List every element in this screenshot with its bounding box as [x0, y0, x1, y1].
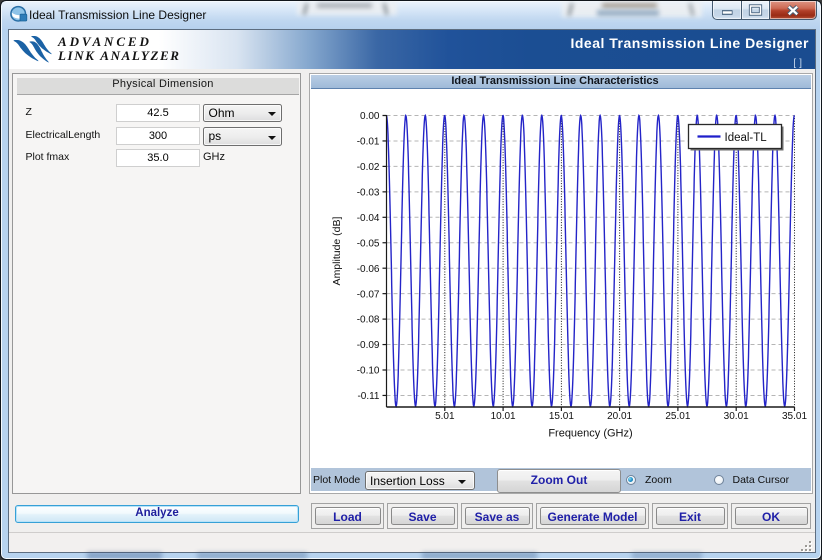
svg-text:15.01: 15.01 — [549, 411, 574, 422]
svg-text:30.01: 30.01 — [724, 411, 749, 422]
svg-text:0.00: 0.00 — [360, 111, 380, 122]
svg-text:-0.09: -0.09 — [357, 340, 380, 351]
svg-text:-0.01: -0.01 — [357, 137, 380, 148]
svg-text:-0.05: -0.05 — [357, 238, 380, 249]
svg-text:Amplitude (dB]: Amplitude (dB] — [331, 216, 343, 285]
svg-text:-0.04: -0.04 — [357, 213, 380, 224]
svg-text:10.01: 10.01 — [491, 411, 516, 422]
svg-text:Frequency (GHz): Frequency (GHz) — [548, 428, 632, 440]
svg-text:25.01: 25.01 — [665, 411, 690, 422]
svg-text:-0.07: -0.07 — [357, 289, 380, 300]
svg-text:20.01: 20.01 — [607, 411, 632, 422]
svg-text:-0.02: -0.02 — [357, 162, 380, 173]
svg-text:-0.03: -0.03 — [357, 187, 380, 198]
svg-text:35.01: 35.01 — [782, 411, 807, 422]
svg-text:-0.08: -0.08 — [357, 315, 380, 326]
svg-text:-0.11: -0.11 — [357, 391, 379, 402]
svg-text:-0.06: -0.06 — [357, 264, 380, 275]
svg-text:Ideal-TL: Ideal-TL — [725, 132, 768, 144]
svg-text:-0.10: -0.10 — [357, 366, 380, 377]
svg-text:5.01: 5.01 — [435, 411, 455, 422]
